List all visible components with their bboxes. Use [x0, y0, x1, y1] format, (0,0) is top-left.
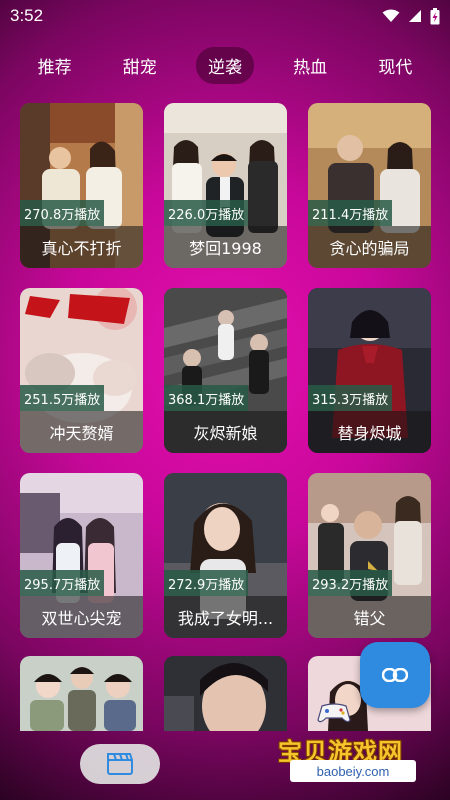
drama-title: 灰烬新娘 — [164, 411, 287, 453]
gamepad-icon — [317, 703, 351, 723]
drama-title: 梦回1998 — [164, 226, 287, 268]
play-count-badge: 226.0万播放 — [164, 200, 249, 226]
drama-card[interactable]: 270.8万播放 真心不打折 — [20, 103, 143, 268]
category-tabs: 推荐 甜宠 逆袭 热血 现代 — [0, 44, 450, 86]
status-time: 3:52 — [10, 6, 44, 25]
signal-icon — [409, 10, 421, 22]
clapperboard-icon — [107, 753, 133, 775]
bottom-video-button[interactable] — [80, 744, 160, 784]
watermark-url: baobeiy.com — [290, 760, 416, 782]
poster-image — [20, 656, 143, 731]
drama-title: 双世心尖宠 — [20, 596, 143, 638]
status-bar: 3:52 — [0, 0, 450, 32]
drama-card[interactable]: 272.9万播放 我成了女明... — [164, 473, 287, 638]
status-icons — [382, 7, 440, 25]
drama-title: 冲天赘婿 — [20, 411, 143, 453]
drama-card[interactable]: 315.3万播放 替身烬城 — [308, 288, 431, 453]
drama-title: 贪心的骗局 — [308, 226, 431, 268]
drama-title: 真心不打折 — [20, 226, 143, 268]
play-count-badge: 251.5万播放 — [20, 385, 105, 411]
drama-card[interactable]: 295.7万播放 双世心尖宠 — [20, 473, 143, 638]
drama-card[interactable]: 251.5万播放 冲天赘婿 — [20, 288, 143, 453]
drama-title: 我成了女明... — [164, 596, 287, 638]
drama-title: 替身烬城 — [308, 411, 431, 453]
play-count-badge: 270.8万播放 — [20, 200, 105, 226]
drama-card[interactable]: 211.4万播放 贪心的骗局 — [308, 103, 431, 268]
play-count-badge: 293.2万播放 — [308, 570, 393, 596]
play-count-badge: 368.1万播放 — [164, 385, 249, 411]
site-watermark: 宝贝游戏网 baobeiy.com — [276, 703, 426, 782]
play-count-badge: 295.7万播放 — [20, 570, 105, 596]
wifi-icon — [382, 9, 400, 22]
drama-title: 错父 — [308, 596, 431, 638]
drama-card[interactable]: 293.2万播放 错父 — [308, 473, 431, 638]
tab-sweet[interactable]: 甜宠 — [111, 47, 169, 84]
drama-card[interactable] — [164, 656, 287, 731]
drama-grid: 270.8万播放 真心不打折 226.0万播放 梦回1998 211.4万播放 … — [20, 103, 432, 638]
battery-charging-icon — [430, 7, 440, 24]
tab-comeback[interactable]: 逆袭 — [195, 46, 254, 84]
play-count-badge: 272.9万播放 — [164, 570, 249, 596]
drama-card[interactable]: 368.1万播放 灰烬新娘 — [164, 288, 287, 453]
play-count-badge: 315.3万播放 — [308, 385, 393, 411]
tab-recommend[interactable]: 推荐 — [26, 47, 84, 84]
tab-modern[interactable]: 现代 — [366, 47, 424, 84]
drama-card[interactable] — [20, 656, 143, 731]
link-icon — [382, 668, 408, 682]
play-count-badge: 211.4万播放 — [308, 200, 393, 226]
poster-image — [164, 656, 287, 731]
drama-card[interactable]: 226.0万播放 梦回1998 — [164, 103, 287, 268]
tab-hot-blood[interactable]: 热血 — [281, 47, 339, 84]
link-button[interactable] — [360, 642, 430, 708]
